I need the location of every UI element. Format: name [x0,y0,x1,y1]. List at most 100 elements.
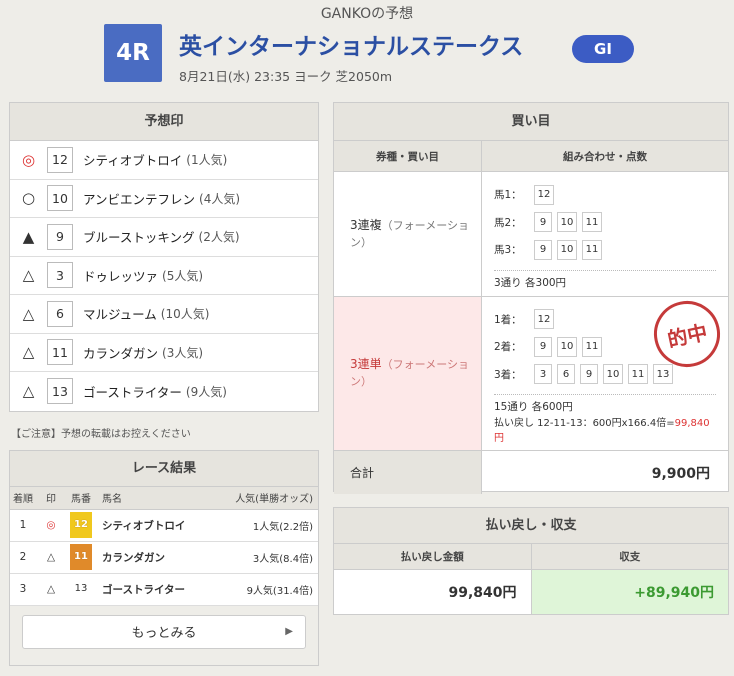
more-button[interactable]: もっとみる ▶ [22,614,306,649]
bet-ticket-trifecta: 3連単（フォーメーション） 的中 1着： 12 2着： 9 10 11 3着： 3 6 9 10 11… [334,294,728,451]
combo-number: 10 [557,212,577,233]
horse-number-badge: 13 [74,583,88,594]
prediction-row: ▲ 9 ブルーストッキング (2人気) [10,218,318,257]
result-rank: 1 [10,509,36,542]
combo-line: 馬3： 9 10 11 [494,236,716,264]
result-num-cell: 13 [66,573,96,606]
bets-panel: 買い目 券種・買い目 組み合わせ・点数 3連複（フォーメーション） 馬1： 12 馬… [333,102,729,494]
prediction-row: △ 13 ゴーストライター (9人気) [10,372,318,411]
horse-name[interactable]: アンビエンテフレン [83,189,195,208]
prediction-row: ○ 10 アンビエンテフレン (4人気) [10,180,318,218]
col-num: 馬番 [66,487,96,510]
results-table: 着順 印 馬番 馬名 人気(単勝オッズ) 1 ◎ 12 シティオブトロイ 1人気(2.2… [10,487,318,606]
horse-name[interactable]: ドゥレッツァ [83,266,158,285]
result-num-cell: 11 [66,541,96,574]
bets-title: 買い目 [334,103,728,141]
bet-summary: 15通り 各600円 払い戻し 12-11-13：600円x166.4倍=99,… [494,394,716,444]
results-header-row: 着順 印 馬番 馬名 人気(単勝オッズ) [10,487,318,510]
result-row: 3 △ 13 ゴーストライター 9人気(31.4倍) [10,573,318,606]
combo-number: 10 [557,239,577,260]
horse-number: 10 [47,185,73,212]
popularity: (9人気) [185,384,227,399]
bet-combos-cell: 馬1： 12 馬2： 9 10 11 馬3： 9 10 11 3通り 各300円 [482,172,728,296]
combo-number: 9 [534,336,552,357]
horse-name[interactable]: ブルーストッキング [83,227,195,246]
payout-title: 払い戻し・収支 [334,508,728,544]
horse-name[interactable]: ゴーストライター [83,382,182,401]
combo-number: 6 [557,364,575,385]
col-bet-type: 券種・買い目 [334,141,482,171]
popularity: (5人気) [162,268,204,283]
horse-number: 3 [47,262,73,289]
total-value: 9,900円 [651,465,710,482]
payout-values-row: 99,840円 +89,940円 [334,570,728,614]
result-mark: △ [36,573,66,606]
prediction-mark: △ [22,343,35,362]
bet-type-label: 3連複 [350,217,382,232]
horse-name[interactable]: カランダガン [83,343,158,362]
payout-header-row: 払い戻し金額 収支 [334,544,728,570]
combo-number: 11 [582,239,602,260]
race-name: 英インターナショナルステークス [179,34,524,60]
combo-number: 9 [534,239,552,260]
prediction-row: ◎ 12 シティオブトロイ (1人気) [10,141,318,180]
prediction-mark: ▲ [22,227,35,246]
bet-type-label: 3連単 [350,357,382,372]
combo-number: 13 [653,364,673,385]
prediction-mark: △ [22,266,35,285]
grade-badge: GI [572,35,634,63]
combo-number: 3 [534,364,552,385]
payout-formula: 払い戻し 12-11-13：600円x166.4倍= [494,418,675,429]
result-mark: ◎ [36,509,66,542]
col-mark: 印 [36,487,66,510]
col-name: 馬名 [96,487,212,510]
prediction-mark: ◎ [21,150,36,169]
combo-number: 11 [628,364,648,385]
popularity: (1人気) [186,153,228,168]
combo-label: 馬1： [494,189,522,202]
result-odds: 3人気(8.4倍) [211,541,318,574]
horse-number-badge: 11 [70,544,92,570]
col-refund: 払い戻し金額 [334,544,532,569]
prediction-list: ◎ 12 シティオブトロイ (1人気) ○ 10 アンビエンテフレン (4人気) ▲ 9 ブルースト… [10,141,318,411]
result-rank: 3 [10,573,36,606]
result-odds: 1人気(2.2倍) [211,509,318,542]
bet-type-cell: 3連単（フォーメーション） [334,296,482,450]
payout-panel: 払い戻し・収支 払い戻し金額 収支 99,840円 +89,940円 [333,507,729,615]
horse-name[interactable]: シティオブトロイ [83,150,182,169]
combo-line: 馬1： 12 [494,181,716,209]
result-mark: △ [36,541,66,574]
total-label: 合計 [334,451,482,494]
combo-label: 1着： [494,313,522,326]
popularity: (4人気) [199,191,241,206]
prediction-row: △ 6 マルジューム (10人気) [10,295,318,334]
horse-number: 13 [47,378,73,405]
result-horse-name[interactable]: カランダガン [96,541,212,574]
result-horse-name[interactable]: シティオブトロイ [96,509,212,542]
prediction-row: △ 11 カランダガン (3人気) [10,334,318,372]
prediction-marks-panel: 予想印 ◎ 12 シティオブトロイ (1人気) ○ 10 アンビエンテフレン (4人気) ▲ 9 ブ… [9,102,319,412]
combo-number: 9 [580,364,598,385]
col-combinations: 組み合わせ・点数 [563,150,647,163]
caution-note: 【ご注意】予想の転載はお控えください [11,429,191,440]
col-odds: 人気(単勝オッズ) [211,487,318,510]
combo-line: 馬2： 9 10 11 [494,209,716,237]
prediction-marks-title: 予想印 [10,103,318,141]
result-num-cell: 12 [66,509,96,542]
popularity: (3人気) [162,345,204,360]
bet-summary: 3通り 各300円 [494,269,716,290]
combo-number: 10 [557,336,577,357]
horse-name[interactable]: マルジューム [83,304,157,323]
total-row: 合計 9,900円 [334,451,728,494]
result-rank: 2 [10,541,36,574]
combo-number: 11 [582,336,602,357]
race-results-title: レース結果 [10,451,318,487]
refund-amount: 99,840円 [334,570,532,614]
combo-label: 2着： [494,341,522,354]
result-horse-name[interactable]: ゴーストライター [96,573,212,606]
horse-number: 6 [47,300,73,327]
popularity: (10人気) [160,307,210,322]
combo-number: 11 [582,212,602,233]
combo-number: 9 [534,212,552,233]
race-number-badge: 4R [104,24,162,82]
